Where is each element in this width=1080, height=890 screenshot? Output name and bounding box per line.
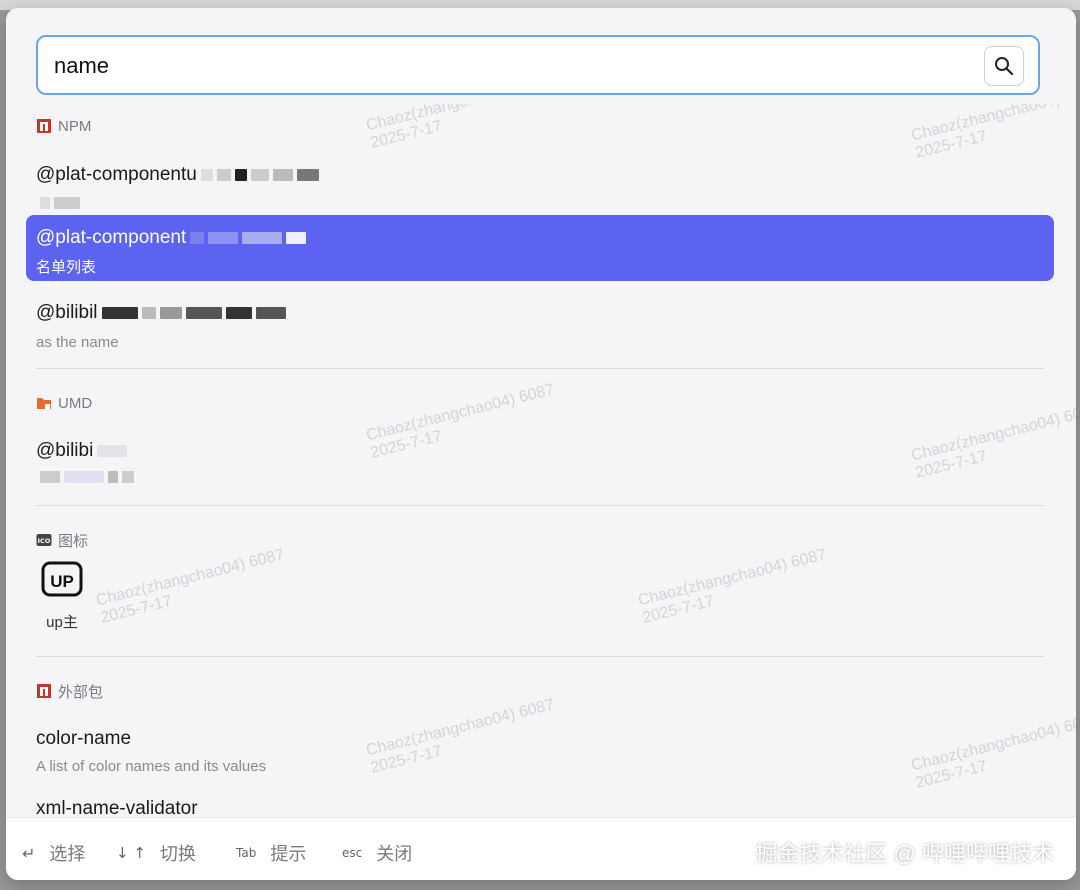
hint-label: 关闭 [376,844,413,864]
svg-text:ICO: ICO [38,537,51,545]
divider [36,505,1044,506]
npm-icon [36,118,52,134]
icon-label: up主 [46,614,78,631]
enter-key-icon: ↵ [22,843,36,863]
group-title: UMD [58,394,93,412]
esc-key-icon: esc [342,846,363,860]
group-title: NPM [58,117,92,135]
result-title: @bilibi [36,440,94,461]
watermark: Chaoz(zhangchao04) 6087 2025-7-17 [636,546,828,627]
result-item[interactable]: @plat-componentu [26,146,1054,210]
hint-select: ↵ 选择 [22,840,85,866]
icon-tile-up[interactable]: UP up主 [36,560,88,632]
watermark: Chaoz(zhangchao04) 6087 2025-7-17 [94,546,286,627]
npm-icon [36,683,52,699]
svg-text:UP: UP [50,572,74,591]
divider [36,656,1044,657]
ico-icon: ICO [36,532,52,548]
tab-key-icon: Tab [236,846,257,860]
hint-switch: ↓ ↑ 切换 [116,840,196,866]
group-header-umd: UMD [36,393,92,413]
result-item[interactable]: xml-name-validator [26,780,1054,820]
folder-icon [36,395,52,411]
hint-label: 切换 [159,844,196,864]
result-item[interactable]: color-name A list of color names and its… [26,710,1054,776]
group-title: 外部包 [58,683,104,701]
command-palette: Chaoz(zhangchao04) 6087 2025-7-17 Chaoz(… [6,8,1076,880]
search-button[interactable] [984,46,1024,86]
arrow-keys-icon: ↓ ↑ [116,844,146,862]
result-title: @plat-component [36,227,187,248]
hint-close: esc 关闭 [342,840,412,866]
group-header-external: 外部包 [36,681,103,701]
footer: ↵ 选择 ↓ ↑ 切换 Tab 提示 esc 关闭 掘金技术社区 @ 哔哩哔哩技… [6,817,1076,880]
result-desc: 名单列表 [36,259,97,276]
result-item-selected[interactable]: @plat-component 名单列表 [26,215,1054,281]
brand-watermark: 掘金技术社区 @ 哔哩哔哩技术 [755,841,1054,866]
divider [36,368,1044,369]
result-desc: A list of color names and its values [36,758,267,775]
search-input[interactable] [52,47,956,85]
search-box [36,35,1040,95]
search-icon [995,57,1014,76]
result-title: @plat-componentu [36,164,197,185]
hint-tab: Tab 提示 [236,840,306,866]
hint-label: 选择 [49,844,86,864]
group-header-npm: NPM [36,116,91,136]
results-list: Chaoz(zhangchao04) 6087 2025-7-17 Chaoz(… [6,104,1076,820]
hint-label: 提示 [270,844,307,864]
result-item[interactable]: @bilibil as the name [26,284,1054,351]
up-icon: UP [41,561,83,597]
group-header-icons: ICO 图标 [36,530,88,550]
group-title: 图标 [58,532,89,550]
result-item[interactable]: @bilibi [26,422,1054,488]
result-title: color-name [36,728,132,749]
result-desc: as the name [36,334,119,351]
result-title: @bilibil [36,302,98,323]
